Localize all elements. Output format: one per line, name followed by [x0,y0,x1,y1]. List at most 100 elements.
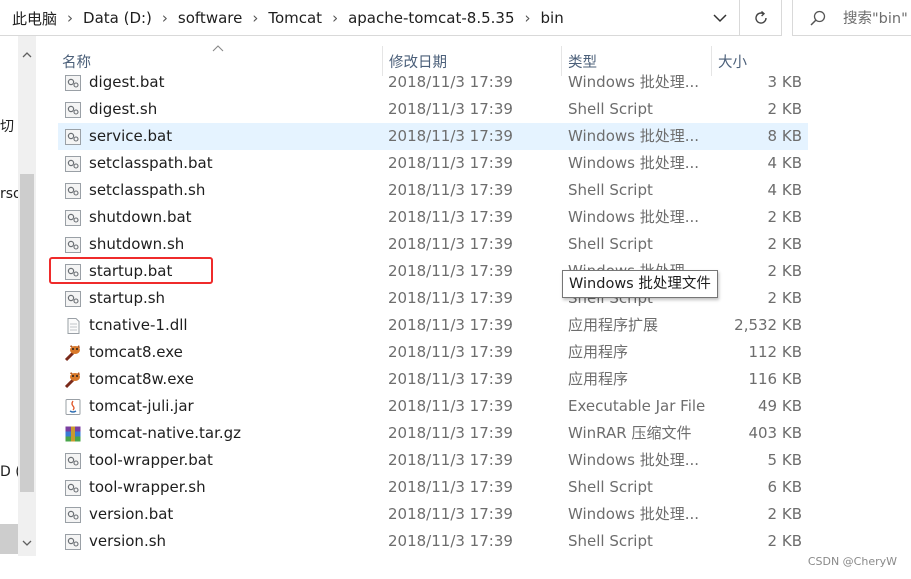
file-row[interactable]: tomcat8w.exe 2018/11/3 17:39 应用程序 116 KB [58,366,808,393]
batch-file-icon [65,156,81,172]
file-name: version.bat [89,505,174,523]
scroll-up-arrow-icon[interactable] [21,50,33,60]
file-name: startup.sh [89,289,166,307]
file-modified-date: 2018/11/3 17:39 [388,343,513,361]
breadcrumb-tomcat[interactable]: Tomcat [262,9,328,27]
search-icon [810,10,826,26]
file-type: Shell Script [568,235,653,253]
file-size: 2 KB [767,100,802,118]
nav-item-fragment[interactable]: rso [0,186,18,202]
nav-scroll-thumb[interactable] [0,524,18,554]
file-modified-date: 2018/11/3 17:39 [388,262,513,280]
refresh-button[interactable] [740,0,782,36]
file-type: Shell Script [568,181,653,199]
file-row[interactable]: tcnative-1.dll 2018/11/3 17:39 应用程序扩展 2,532… [58,312,808,339]
file-row[interactable]: tomcat8.exe 2018/11/3 17:39 应用程序 112 KB [58,339,808,366]
file-modified-date: 2018/11/3 17:39 [388,235,513,253]
file-row[interactable]: tomcat-native.tar.gz 2018/11/3 17:39 WinRA… [58,420,808,447]
file-size: 2 KB [767,505,802,523]
batch-file-icon [65,75,81,91]
file-size: 8 KB [767,127,802,145]
file-type: Windows 批处理... [568,451,700,469]
file-row[interactable]: tool-wrapper.sh 2018/11/3 17:39 Shell Scri… [58,474,808,501]
search-box[interactable]: 搜索"bin" [792,0,911,36]
batch-file-icon [65,210,81,226]
file-name: tomcat-native.tar.gz [89,424,242,442]
breadcrumb-bin[interactable]: bin [535,9,570,27]
file-type: Windows 批处理... [568,127,700,145]
search-input[interactable]: 搜索"bin" [843,7,908,28]
highlight-annotation [49,257,213,284]
tomcat-exe-icon [64,345,80,362]
script-file-icon [65,480,81,496]
breadcrumb-separator-icon[interactable]: › [248,9,262,27]
file-row[interactable]: setclasspath.bat 2018/11/3 17:39 Windows 批… [58,150,808,177]
file-modified-date: 2018/11/3 17:39 [388,370,513,388]
file-modified-date: 2018/11/3 17:39 [388,532,513,550]
file-modified-date: 2018/11/3 17:39 [388,73,513,91]
script-file-icon [65,237,81,253]
file-type: Windows 批处理... [568,73,700,91]
tooltip: Windows 批处理文件 [562,270,718,298]
file-size: 2 KB [767,208,802,226]
file-modified-date: 2018/11/3 17:39 [388,127,513,145]
file-row[interactable]: shutdown.bat 2018/11/3 17:39 Windows 批处理..… [58,204,808,231]
file-size: 4 KB [767,181,802,199]
file-name: service.bat [89,127,173,145]
file-size: 5 KB [767,451,802,469]
tomcat-exe-icon [64,372,80,389]
breadcrumb-separator-icon[interactable]: › [328,9,342,27]
file-row[interactable]: version.bat 2018/11/3 17:39 Windows 批处理...… [58,501,808,528]
file-modified-date: 2018/11/3 17:39 [388,424,513,442]
script-file-icon [65,534,81,550]
file-row[interactable]: setclasspath.sh 2018/11/3 17:39 Shell Scri… [58,177,808,204]
file-name: tool-wrapper.bat [89,451,213,469]
file-name: tomcat8w.exe [89,370,194,388]
file-size: 2 KB [767,289,802,307]
file-type: Shell Script [568,478,653,496]
breadcrumb-drive[interactable]: Data (D:) [77,9,158,27]
breadcrumb-software[interactable]: software [172,9,248,27]
file-row[interactable]: tomcat-juli.jar 2018/11/3 17:39 Executable… [58,393,808,420]
file-modified-date: 2018/11/3 17:39 [388,478,513,496]
nav-item-fragment[interactable]: 切 [0,116,18,136]
batch-file-icon [65,129,81,145]
scroll-thumb[interactable] [20,174,34,492]
file-row[interactable]: tool-wrapper.bat 2018/11/3 17:39 Windows 批… [58,447,808,474]
breadcrumb-separator-icon[interactable]: › [158,9,172,27]
file-row[interactable]: service.bat 2018/11/3 17:39 Windows 批处理...… [58,123,808,150]
file-type: Windows 批处理... [568,505,700,523]
chevron-down-icon[interactable] [711,7,729,27]
file-type: Executable Jar File [568,397,706,415]
breadcrumb: 此电脑 › Data (D:) › software › Tomcat › ap… [6,0,570,36]
file-row[interactable]: digest.bat 2018/11/3 17:39 Windows 批处理... 3… [58,69,808,96]
file-size: 112 KB [748,343,802,361]
file-size: 49 KB [758,397,802,415]
file-name: shutdown.bat [89,208,192,226]
breadcrumb-separator-icon[interactable]: › [63,9,77,27]
file-size: 403 KB [748,424,802,442]
file-type: 应用程序 [568,370,629,388]
file-type: Shell Script [568,532,653,550]
file-type: 应用程序扩展 [568,316,659,334]
nav-item-fragment[interactable]: D ( [0,464,18,480]
file-row[interactable]: digest.sh 2018/11/3 17:39 Shell Script 2 KB [58,96,808,123]
file-row[interactable]: shutdown.sh 2018/11/3 17:39 Shell Script 2 … [58,231,808,258]
file-modified-date: 2018/11/3 17:39 [388,397,513,415]
breadcrumb-apache-tomcat[interactable]: apache-tomcat-8.5.35 [342,9,520,27]
vertical-scrollbar[interactable] [18,36,36,556]
file-type: Windows 批处理... [568,154,700,172]
file-name: tomcat8.exe [89,343,183,361]
breadcrumb-this-pc[interactable]: 此电脑 [6,8,63,29]
watermark: CSDN @CheryW [807,555,897,568]
file-name: digest.bat [89,73,165,91]
breadcrumb-separator-icon[interactable]: › [521,9,535,27]
java-jar-icon [65,399,81,415]
address-bar[interactable]: 此电脑 › Data (D:) › software › Tomcat › ap… [0,0,740,36]
file-type: Shell Script [568,100,653,118]
file-modified-date: 2018/11/3 17:39 [388,316,513,334]
file-row[interactable]: version.sh 2018/11/3 17:39 Shell Script 2 K… [58,528,808,555]
file-name: setclasspath.bat [89,154,213,172]
file-modified-date: 2018/11/3 17:39 [388,289,513,307]
scroll-down-arrow-icon[interactable] [21,538,33,548]
